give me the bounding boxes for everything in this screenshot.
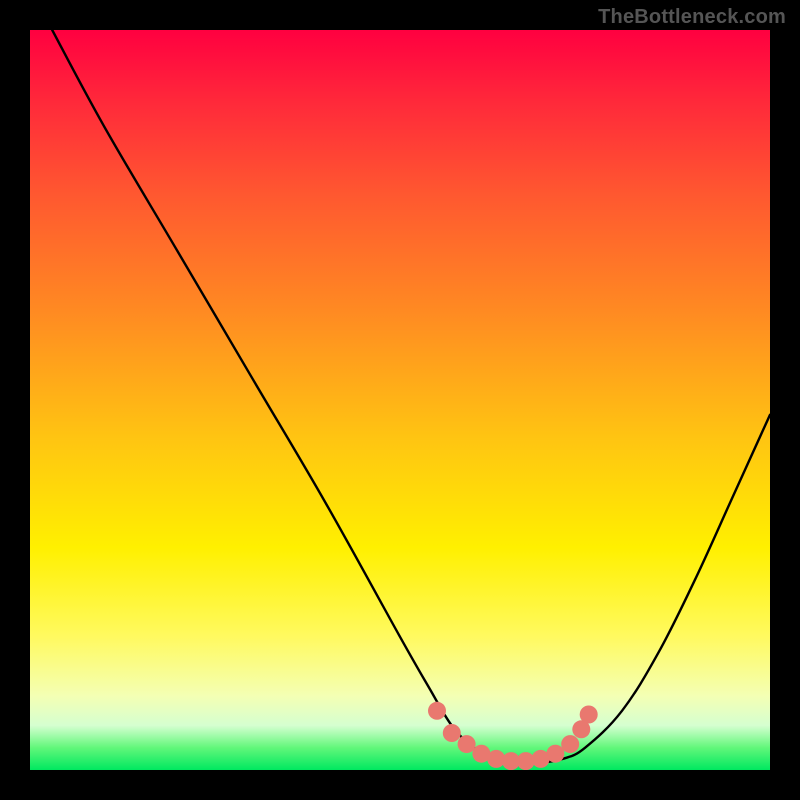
marker-dot <box>443 724 461 742</box>
marker-dot <box>458 735 476 753</box>
plot-area <box>30 30 770 770</box>
marker-dot <box>580 706 598 724</box>
marker-dot <box>546 745 564 763</box>
bottleneck-curve <box>52 30 770 763</box>
chart-stage: TheBottleneck.com <box>0 0 800 800</box>
curve-layer <box>30 30 770 770</box>
watermark-text: TheBottleneck.com <box>598 6 786 29</box>
marker-dot <box>561 735 579 753</box>
highlight-markers <box>428 702 598 770</box>
marker-dot <box>428 702 446 720</box>
